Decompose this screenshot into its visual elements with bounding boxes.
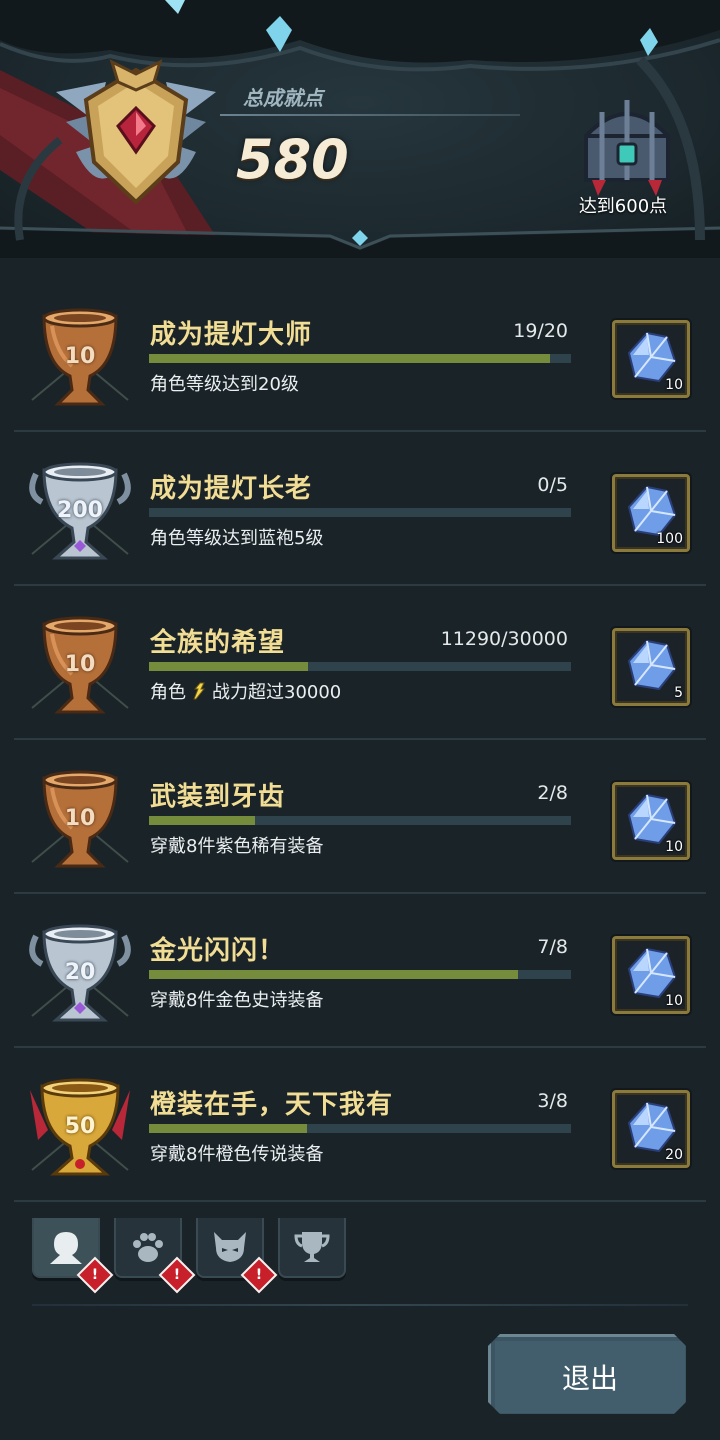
tab-monsters[interactable]: !: [196, 1218, 278, 1294]
reward-slot[interactable]: 10: [612, 782, 690, 860]
treasure-chest-icon[interactable]: [572, 96, 682, 196]
trophy-value: 10: [64, 344, 96, 369]
progress-bar: [149, 816, 571, 825]
reward-count: 100: [656, 531, 683, 547]
achievement-title: 全族的希望: [150, 628, 286, 658]
exit-button-label: 退出: [495, 1341, 685, 1413]
progress-bar-fill: [149, 816, 255, 825]
trophy-value: 20: [64, 960, 96, 985]
tab-achievements[interactable]: [278, 1218, 346, 1278]
achievement-list: 10 成为提灯大师 19/20 角色等级达到20级 10 200 成为提灯长老 …: [14, 278, 706, 1202]
achievement-description: 穿戴8件紫色稀有装备: [150, 836, 324, 857]
achievement-row: 10 武装到牙齿 2/8 穿戴8件紫色稀有装备 10: [14, 740, 706, 894]
reward-slot[interactable]: 20: [612, 1090, 690, 1168]
progress-bar-fill: [149, 1124, 308, 1133]
reward-count: 5: [674, 685, 683, 701]
progress-bar: [149, 1124, 571, 1133]
achievement-title: 武装到牙齿: [150, 782, 286, 812]
reward-slot[interactable]: 5: [612, 628, 690, 706]
achievement-badge-icon: [56, 59, 216, 205]
achievement-description: 角色等级达到20级: [150, 374, 299, 395]
progress-bar-fill: [149, 354, 550, 363]
progress-bar: [149, 354, 571, 363]
exit-button[interactable]: 退出: [488, 1334, 686, 1414]
progress-bar: [149, 508, 571, 517]
achievement-progress: 19/20: [513, 320, 568, 342]
achievement-title: 橙装在手，天下我有: [150, 1090, 394, 1120]
achievement-description: 穿戴8件橙色传说装备: [150, 1144, 324, 1165]
achievement-title: 金光闪闪！: [150, 936, 286, 966]
power-icon: [193, 682, 206, 700]
progress-bar-fill: [149, 970, 519, 979]
progress-bar: [149, 970, 571, 979]
total-points-value: 580: [236, 128, 349, 191]
description-prefix: 角色: [150, 682, 186, 703]
reward-count: 10: [665, 839, 683, 855]
next-reward-label: 达到600点: [578, 196, 668, 217]
reward-slot[interactable]: 100: [612, 474, 690, 552]
trophy-value: 200: [57, 498, 103, 523]
tab-pets[interactable]: !: [114, 1218, 196, 1294]
achievement-title: 成为提灯大师: [150, 320, 313, 350]
bottom-divider: [32, 1304, 688, 1306]
achievement-progress: 2/8: [537, 782, 568, 804]
bottom-panel: ! ! ! 退出: [0, 1218, 720, 1440]
achievement-row: 10 成为提灯大师 19/20 角色等级达到20级 10: [14, 278, 706, 432]
achievement-description: 穿戴8件金色史诗装备: [150, 990, 324, 1011]
achievement-row: 10 全族的希望 11290/30000 角色 战力超过30000 5: [14, 586, 706, 740]
total-points-underline: [220, 114, 520, 116]
achievement-description: 角色 战力超过30000: [150, 678, 341, 704]
achievement-progress: 3/8: [537, 1090, 568, 1112]
trophy-value: 10: [64, 806, 96, 831]
paw-icon: [133, 1233, 163, 1262]
achievement-progress: 0/5: [537, 474, 568, 496]
total-points-label: 总成就点: [243, 86, 323, 110]
header-banner: 总成就点 580 达到600点: [0, 0, 720, 258]
achievement-row: 20 金光闪闪！ 7/8 穿戴8件金色史诗装备 10: [14, 894, 706, 1048]
trophy-value: 10: [64, 652, 96, 677]
achievement-description: 角色等级达到蓝袍5级: [150, 528, 324, 549]
monster-icon: [214, 1232, 246, 1262]
progress-bar: [149, 662, 571, 671]
achievement-progress: 11290/30000: [440, 628, 568, 650]
reward-slot[interactable]: 10: [612, 936, 690, 1014]
reward-slot[interactable]: 10: [612, 320, 690, 398]
progress-bar-fill: [149, 662, 308, 671]
crystal-icon: [627, 639, 677, 691]
achievement-title: 成为提灯长老: [150, 474, 313, 504]
tab-character[interactable]: !: [32, 1218, 114, 1294]
achievement-row: 50 橙装在手，天下我有 3/8 穿戴8件橙色传说装备 20: [14, 1048, 706, 1202]
trophy-value: 50: [64, 1114, 96, 1139]
achievement-row: 200 成为提灯长老 0/5 角色等级达到蓝袍5级 100: [14, 432, 706, 586]
trophy-icon: [294, 1232, 330, 1262]
reward-count: 20: [665, 1147, 683, 1163]
description-text: 战力超过30000: [212, 682, 342, 703]
achievement-progress: 7/8: [537, 936, 568, 958]
reward-count: 10: [665, 377, 683, 393]
character-icon: [50, 1232, 82, 1264]
reward-count: 10: [665, 993, 683, 1009]
